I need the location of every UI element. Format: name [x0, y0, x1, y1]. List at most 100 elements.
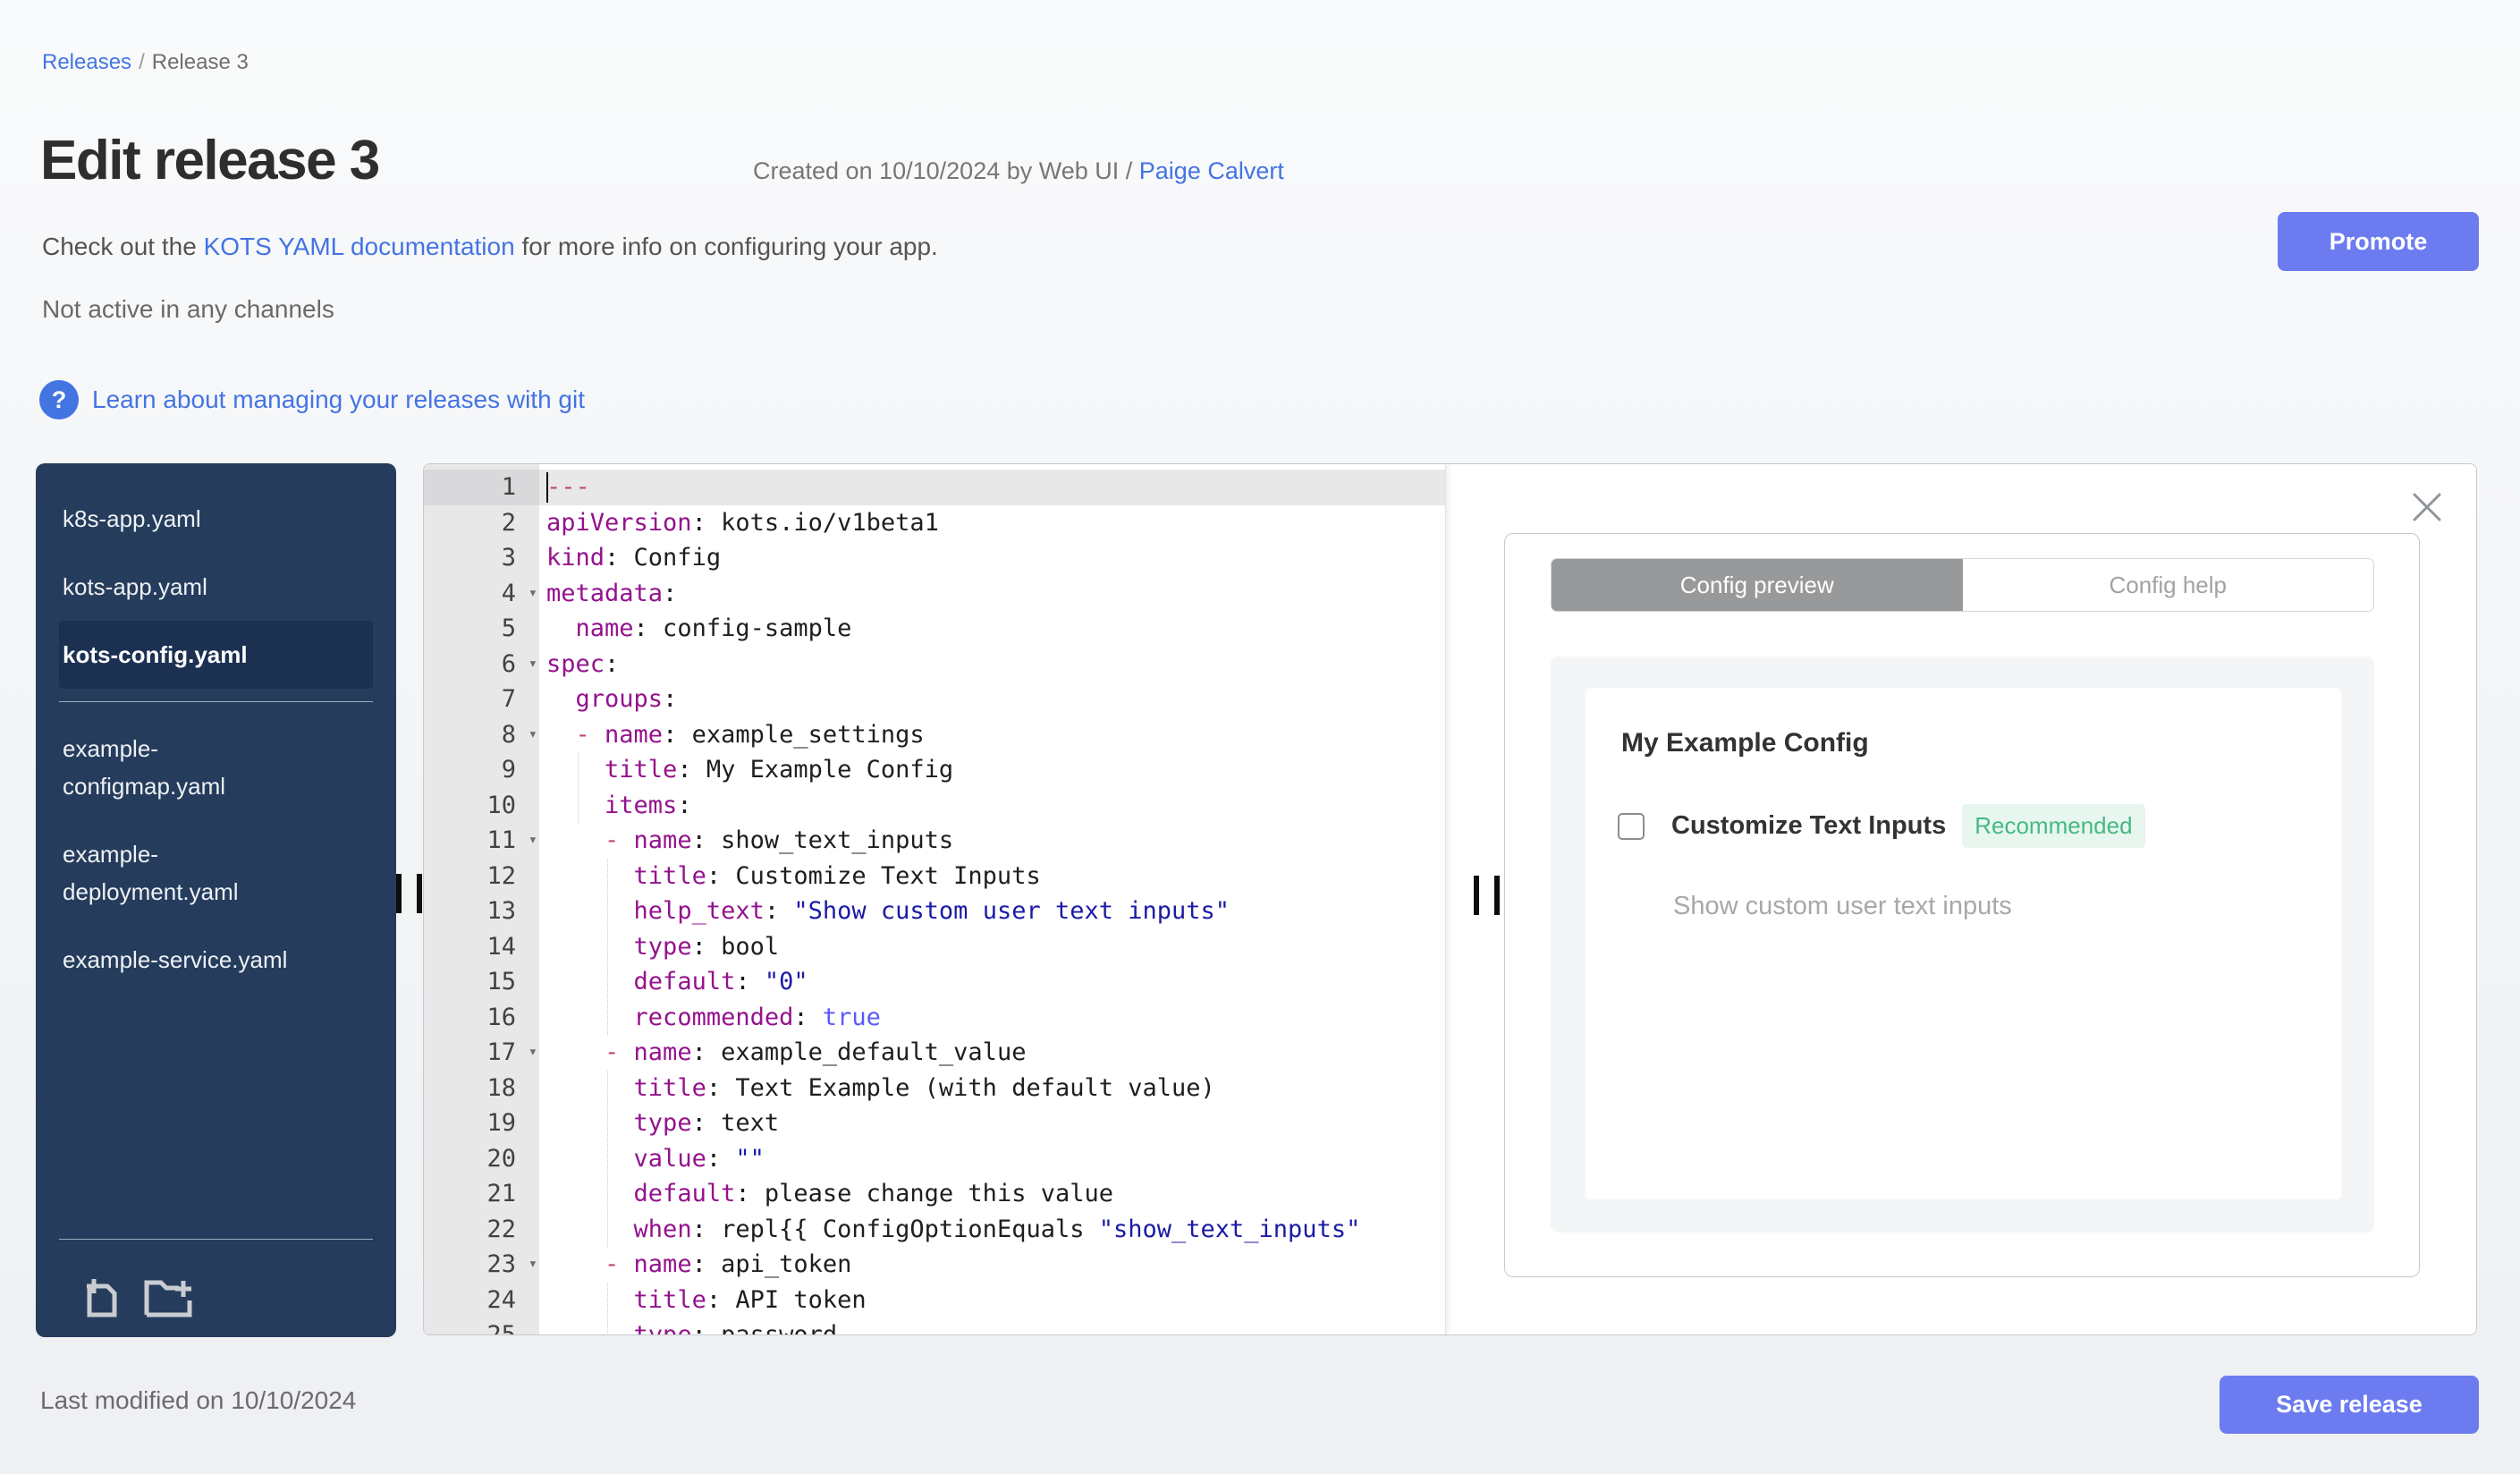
code-line: default: please change this value [633, 1180, 1113, 1207]
code-line: title: API token [633, 1285, 867, 1314]
indent-guide [578, 752, 579, 823]
config-preview-card: Config preview Config help My Example Co… [1504, 533, 2420, 1277]
code-line: name: config-sample [575, 614, 852, 642]
sidebar-bottom-divider [59, 1239, 373, 1240]
code-line: groups: [575, 685, 678, 713]
sidebar-bottom [36, 1239, 396, 1337]
customize-text-inputs-checkbox[interactable] [1618, 812, 1645, 840]
git-help-link[interactable]: Learn about managing your releases with … [92, 385, 585, 414]
kots-docs-link[interactable]: KOTS YAML documentation [204, 233, 515, 260]
sidebar-file-item[interactable]: k8s-app.yaml [36, 485, 396, 553]
indent-guide [607, 1282, 608, 1334]
fold-arrow-icon[interactable]: ▾ [529, 1247, 537, 1283]
sidebar-file-item[interactable]: kots-app.yaml [36, 553, 396, 621]
config-preview-body: My Example Config Customize Text Inputs … [1551, 657, 2374, 1233]
fold-arrow-icon[interactable]: ▾ [529, 1035, 537, 1071]
save-release-button[interactable]: Save release [2220, 1376, 2479, 1434]
fold-arrow-icon[interactable]: ▾ [529, 717, 537, 753]
gutter-line-number: 18 [486, 1073, 516, 1102]
gutter-line-number: 1 [424, 470, 539, 505]
sidebar-file-item[interactable]: example-configmap.yaml [36, 715, 396, 820]
author-link[interactable]: Paige Calvert [1139, 157, 1284, 184]
gutter-line-number: 13 [486, 897, 516, 925]
config-item-help-text: Show custom user text inputs [1673, 892, 2012, 920]
sidebar-file-item[interactable]: example-service.yaml [36, 926, 396, 994]
gutter-line-number: 14 [486, 932, 516, 961]
new-folder-icon[interactable] [143, 1271, 193, 1321]
text-cursor [546, 472, 548, 503]
gutter-line-number: 16 [486, 1003, 516, 1031]
git-help-row: ? Learn about managing your releases wit… [39, 379, 585, 420]
code-line: --- [539, 470, 1445, 505]
editor-code-area: --- apiVersion: kots.io/v1beta1 kind: Conf… [539, 464, 1445, 1334]
fold-arrow-icon[interactable]: ▾ [529, 823, 537, 859]
sidebar-file-item[interactable]: example-deployment.yaml [36, 820, 396, 926]
code-line: default: "0" [633, 968, 808, 995]
gutter-line-number: 9 [501, 756, 516, 784]
fold-arrow-icon[interactable]: ▾ [529, 647, 537, 682]
gutter-line-number: 19 [486, 1109, 516, 1137]
tab-config-help[interactable]: Config help [1962, 559, 2373, 611]
code-line: metadata: [546, 579, 678, 607]
indent-guide [607, 858, 608, 1035]
preview-tab-group: Config preview Config help [1551, 558, 2374, 612]
created-meta: Created on 10/10/2024 by Web UI / Paige … [753, 157, 1284, 185]
code-line: - name: show_text_inputs [605, 826, 954, 854]
gutter-line-number: 11 ▾ [424, 823, 539, 859]
breadcrumb-separator: / [139, 50, 145, 74]
breadcrumb: Releases / Release 3 [42, 50, 249, 75]
tab-config-preview[interactable]: Config preview [1552, 559, 1963, 611]
created-meta-text: Created on 10/10/2024 by Web UI / [753, 157, 1139, 184]
code-line: - name: example_default_value [605, 1038, 1027, 1066]
recommended-badge: Recommended [1962, 804, 2145, 848]
gutter-line-number: 22 [486, 1215, 516, 1243]
gutter-line-number: 17 ▾ [424, 1035, 539, 1071]
promote-button[interactable]: Promote [2278, 212, 2479, 271]
yaml-code-editor[interactable]: 1 2 3 4 ▾ 5 6 ▾ 7 8 ▾ 9 10 11 ▾ 12 13 14 15 16 17 ▾ 18 19 20 21 22… [424, 464, 1446, 1334]
code-line: kind: Config [546, 544, 722, 572]
gutter-line-number: 21 [486, 1180, 516, 1207]
gutter-line-number: 5 [501, 614, 516, 642]
indent-guide [607, 1070, 608, 1247]
breadcrumb-current: Release 3 [151, 50, 249, 74]
gutter-line-number: 23 ▾ [424, 1247, 539, 1283]
config-group-card: My Example Config Customize Text Inputs … [1586, 688, 2341, 1199]
code-line: type: bool [633, 932, 780, 961]
channel-status-text: Not active in any channels [42, 295, 334, 323]
editor-resize-handle[interactable] [1474, 876, 1500, 915]
editor-gutter: 1 2 3 4 ▾ 5 6 ▾ 7 8 ▾ 9 10 11 ▾ 12 13 14 15 16 17 ▾ 18 19 20 21 22… [424, 464, 539, 1334]
gutter-line-number: 12 [486, 861, 516, 890]
code-line: title: Customize Text Inputs [633, 861, 1041, 890]
gutter-line-number: 4 ▾ [424, 576, 539, 612]
last-modified-text: Last modified on 10/10/2024 [40, 1386, 357, 1414]
gutter-line-number: 2 [501, 508, 516, 537]
docs-line-before: Check out the [42, 233, 204, 260]
gutter-line-number: 10 [486, 791, 516, 819]
question-mark-icon: ? [39, 380, 79, 419]
close-icon[interactable] [2408, 488, 2446, 526]
code-line: items: [605, 791, 692, 819]
sidebar-file-item[interactable]: kots-config.yaml [59, 621, 373, 689]
breadcrumb-releases-link[interactable]: Releases [42, 50, 131, 74]
docs-line: Check out the KOTS YAML documentation fo… [42, 233, 938, 261]
fold-arrow-icon[interactable]: ▾ [529, 576, 537, 612]
code-line: title: My Example Config [605, 756, 954, 784]
config-group-title: My Example Config [1621, 728, 1869, 758]
code-line: value: "" [633, 1144, 765, 1173]
page-title: Edit release 3 [40, 130, 380, 191]
gutter-line-number: 8 ▾ [424, 717, 539, 753]
code-line: recommended: true [633, 1003, 881, 1031]
new-file-icon[interactable] [77, 1271, 127, 1321]
sidebar-divider [59, 701, 373, 702]
code-line: spec: [546, 649, 620, 678]
sidebar-resize-handle[interactable] [396, 874, 422, 913]
docs-line-after: for more info on configuring your app. [514, 233, 938, 260]
code-line: - name: api_token [605, 1250, 852, 1278]
gutter-line-number: 3 [501, 544, 516, 572]
code-line: type: password [539, 1317, 1445, 1334]
gutter-line-number: 20 [486, 1144, 516, 1173]
file-list: k8s-app.yaml kots-app.yaml kots-config.yam… [36, 463, 396, 994]
gutter-line-number: 15 [486, 968, 516, 995]
gutter-line-number: 24 [486, 1285, 516, 1314]
code-line: help_text: "Show custom user text inputs… [633, 897, 1230, 925]
